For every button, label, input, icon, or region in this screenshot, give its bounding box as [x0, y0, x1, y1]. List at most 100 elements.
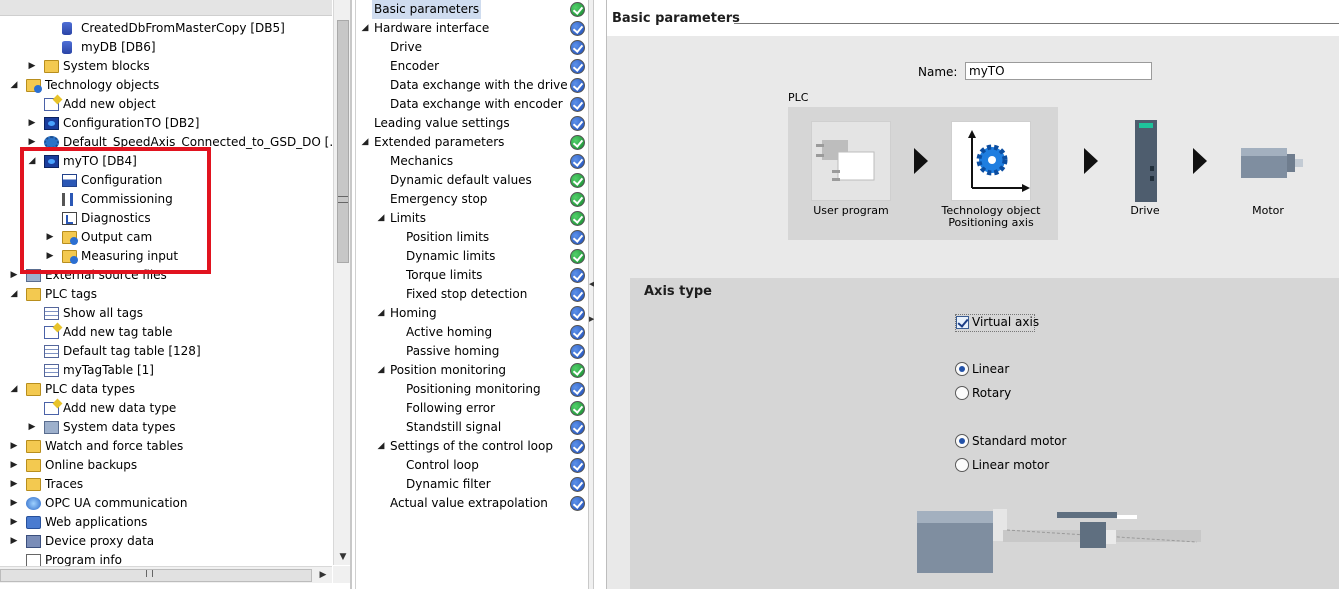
- tree-item[interactable]: Add new data type: [0, 399, 332, 418]
- nav-item[interactable]: Following error: [356, 399, 588, 418]
- tree-item[interactable]: ◢ PLC tags: [0, 285, 332, 304]
- collapse-arrow-icon[interactable]: ◢: [9, 285, 19, 304]
- collapse-arrow-icon[interactable]: ◢: [376, 361, 386, 380]
- tree-item[interactable]: ▶ OPC UA communication: [0, 494, 332, 513]
- tree-item[interactable]: ▶ System data types: [0, 418, 332, 437]
- expand-arrow-icon[interactable]: ▶: [27, 418, 37, 437]
- nav-item[interactable]: Control loop: [356, 456, 588, 475]
- traces-folder-icon: [26, 478, 41, 491]
- nav-item[interactable]: Drive: [356, 38, 588, 57]
- tree-item[interactable]: Show all tags: [0, 304, 332, 323]
- tree-item[interactable]: Commissioning: [0, 190, 332, 209]
- scrollbar-thumb[interactable]: [337, 20, 349, 263]
- tree-item[interactable]: ▶ System blocks: [0, 57, 332, 76]
- tree-item[interactable]: myTagTable [1]: [0, 361, 332, 380]
- scroll-right-arrow-icon[interactable]: ▶: [314, 567, 332, 584]
- linear-motor-radio[interactable]: [955, 458, 969, 472]
- nav-item[interactable]: Data exchange with encoder: [356, 95, 588, 114]
- tree-item[interactable]: Diagnostics: [0, 209, 332, 228]
- linear-radio[interactable]: [955, 362, 969, 376]
- expand-arrow-icon[interactable]: ▶: [9, 494, 19, 513]
- rotary-label[interactable]: Rotary: [972, 386, 1011, 400]
- nav-item[interactable]: Torque limits: [356, 266, 588, 285]
- expand-arrow-icon[interactable]: ▶: [9, 532, 19, 551]
- expand-arrow-icon[interactable]: ▶: [9, 475, 19, 494]
- collapse-arrow-icon[interactable]: ◢: [360, 19, 370, 38]
- nav-item[interactable]: Data exchange with the drive: [356, 76, 588, 95]
- nav-item[interactable]: Emergency stop: [356, 190, 588, 209]
- nav-item[interactable]: Passive homing: [356, 342, 588, 361]
- tree-item[interactable]: ▶ External source files: [0, 266, 332, 285]
- collapse-arrow-icon[interactable]: ◢: [376, 437, 386, 456]
- project-tree-horizontal-scrollbar[interactable]: ▶: [0, 566, 332, 583]
- expand-arrow-icon[interactable]: ▶: [45, 247, 55, 266]
- tree-item-label: Technology objects: [45, 78, 160, 92]
- tree-item[interactable]: ◢ myTO [DB4]: [0, 152, 332, 171]
- nav-item[interactable]: ◢ Position monitoring: [356, 361, 588, 380]
- nav-item[interactable]: Encoder: [356, 57, 588, 76]
- expand-arrow-icon[interactable]: ▶: [45, 228, 55, 247]
- standard-motor-label[interactable]: Standard motor: [972, 434, 1066, 448]
- tree-item[interactable]: Add new tag table: [0, 323, 332, 342]
- expand-arrow-icon[interactable]: ▶: [9, 437, 19, 456]
- tree-item[interactable]: ◢ Technology objects: [0, 76, 332, 95]
- nav-item[interactable]: Actual value extrapolation: [356, 494, 588, 513]
- tree-item[interactable]: Default tag table [128]: [0, 342, 332, 361]
- tree-item[interactable]: ▶ Online backups: [0, 456, 332, 475]
- linear-motor-label[interactable]: Linear motor: [972, 458, 1049, 472]
- nav-item[interactable]: ◢ Hardware interface: [356, 19, 588, 38]
- collapse-arrow-icon[interactable]: ◢: [360, 133, 370, 152]
- expand-arrow-icon[interactable]: ▶: [9, 513, 19, 532]
- expand-arrow-icon[interactable]: ▶: [9, 456, 19, 475]
- tree-item[interactable]: ▶ Device proxy data: [0, 532, 332, 551]
- tree-item[interactable]: ▶ Web applications: [0, 513, 332, 532]
- nav-item[interactable]: Dynamic filter: [356, 475, 588, 494]
- scrollbar-thumb[interactable]: [0, 569, 312, 582]
- nav-item[interactable]: Leading value settings: [356, 114, 588, 133]
- name-input[interactable]: [965, 62, 1152, 80]
- nav-item[interactable]: Positioning monitoring: [356, 380, 588, 399]
- nav-item[interactable]: ◢ Settings of the control loop: [356, 437, 588, 456]
- nav-item[interactable]: Position limits: [356, 228, 588, 247]
- tree-item[interactable]: CreatedDbFromMasterCopy [DB5]: [0, 19, 332, 38]
- tree-item[interactable]: ◢ PLC data types: [0, 380, 332, 399]
- collapse-arrow-icon[interactable]: ◢: [376, 209, 386, 228]
- nav-item[interactable]: Dynamic default values: [356, 171, 588, 190]
- nav-item[interactable]: ◢ Limits: [356, 209, 588, 228]
- tree-item[interactable]: ▶ Watch and force tables: [0, 437, 332, 456]
- scroll-down-arrow-icon[interactable]: ▼: [334, 549, 350, 565]
- tree-item[interactable]: ▶ Default_SpeedAxis_Connected_to_GSD_DO […: [0, 133, 341, 152]
- nav-item[interactable]: Standstill signal: [356, 418, 588, 437]
- expand-arrow-icon[interactable]: ▶: [9, 266, 19, 285]
- rotary-radio[interactable]: [955, 386, 969, 400]
- nav-item[interactable]: Dynamic limits: [356, 247, 588, 266]
- tree-item-label: myDB [DB6]: [81, 40, 156, 54]
- linear-label[interactable]: Linear: [972, 362, 1009, 376]
- measuring-input-folder-icon: [62, 250, 78, 264]
- tree-item[interactable]: Configuration: [0, 171, 332, 190]
- expand-arrow-icon[interactable]: ▶: [27, 133, 37, 152]
- virtual-axis-checkbox[interactable]: [956, 316, 969, 329]
- virtual-axis-label[interactable]: Virtual axis: [972, 315, 1039, 329]
- expand-arrow-icon[interactable]: ▶: [27, 114, 37, 133]
- tree-item[interactable]: ▶ ConfigurationTO [DB2]: [0, 114, 332, 133]
- project-tree-vertical-scrollbar[interactable]: ▼: [333, 0, 350, 565]
- collapse-arrow-icon[interactable]: ◢: [9, 380, 19, 399]
- tree-item[interactable]: Add new object: [0, 95, 332, 114]
- nav-item[interactable]: Active homing: [356, 323, 588, 342]
- nav-item[interactable]: Mechanics: [356, 152, 588, 171]
- nav-item[interactable]: Fixed stop detection: [356, 285, 588, 304]
- nav-item[interactable]: ◢ Extended parameters: [356, 133, 588, 152]
- tree-item[interactable]: myDB [DB6]: [0, 38, 332, 57]
- nav-item[interactable]: ◢ Homing: [356, 304, 588, 323]
- tree-item-label: myTagTable [1]: [63, 363, 154, 377]
- collapse-arrow-icon[interactable]: ◢: [27, 152, 37, 171]
- tree-item[interactable]: ▶ Output cam: [0, 228, 332, 247]
- collapse-arrow-icon[interactable]: ◢: [376, 304, 386, 323]
- tree-item[interactable]: ▶ Traces: [0, 475, 332, 494]
- tree-item[interactable]: ▶ Measuring input: [0, 247, 332, 266]
- nav-item[interactable]: Basic parameters: [356, 0, 588, 19]
- standard-motor-radio[interactable]: [955, 434, 969, 448]
- expand-arrow-icon[interactable]: ▶: [27, 57, 37, 76]
- collapse-arrow-icon[interactable]: ◢: [9, 76, 19, 95]
